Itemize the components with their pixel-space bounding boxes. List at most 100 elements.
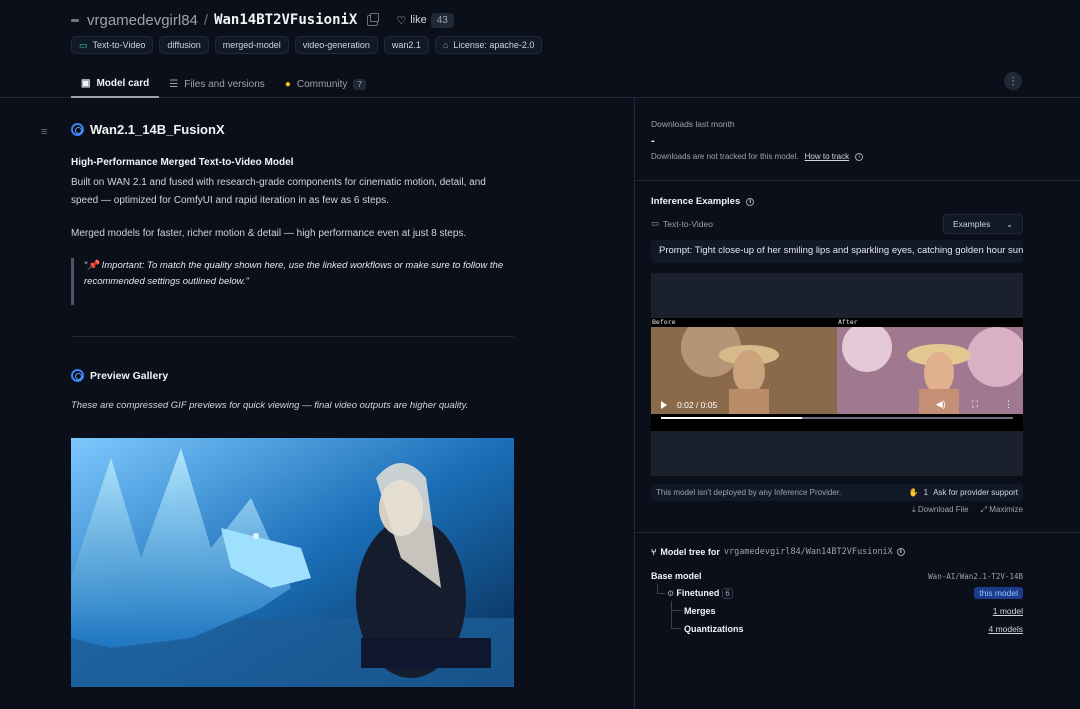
- ask-label: Ask for provider support: [933, 488, 1018, 497]
- tab-label: Community: [296, 78, 348, 90]
- finetuned-label-group: ⚙ Finetuned 6: [667, 588, 733, 599]
- files-icon: ☰: [169, 78, 179, 90]
- video-player[interactable]: Before After 0:02 / 0:05 ◀) ⛶ ⋮: [651, 318, 1023, 431]
- license-icon: ⌂: [442, 40, 449, 50]
- tag-label: Text-to-Video: [92, 40, 146, 50]
- download-file-button[interactable]: ⤓ Download File: [912, 505, 968, 515]
- before-label: Before: [652, 318, 676, 326]
- merges-row: Merges 1 model: [684, 603, 1023, 619]
- video-time: 0:02 / 0:05: [677, 400, 718, 410]
- model-tree-title: ⑂ Model tree for vrgamedevgirl84/Wan14BT2V…: [651, 547, 1023, 557]
- tab-label: Files and versions: [184, 78, 265, 90]
- tag-label: License: apache-2.0: [453, 40, 535, 50]
- tag-diffusion[interactable]: diffusion: [159, 36, 209, 54]
- not-deployed-text: This model isn't deployed by any Inferen…: [656, 488, 842, 497]
- video-icon: ▭: [651, 218, 660, 228]
- tab-community[interactable]: ● Community 7: [275, 70, 376, 98]
- intro-paragraph: Built on WAN 2.1 and fused with research…: [71, 177, 486, 206]
- maximize-icon: ⤢: [980, 505, 990, 514]
- card-subtitle: High-Performance Merged Text-to-Video Mo…: [71, 157, 294, 168]
- merged-note: Merged models for faster, richer motion …: [71, 228, 467, 239]
- repo-tabs: ▣ Model card ☰ Files and versions ● Communi…: [71, 70, 376, 98]
- after-label: After: [838, 318, 858, 326]
- tree-connector: [657, 584, 665, 594]
- tab-files-and-versions[interactable]: ☰ Files and versions: [159, 70, 275, 98]
- examples-dropdown[interactable]: Examples ⌄: [943, 214, 1023, 234]
- ask-provider-button[interactable]: ✋ 1 Ask for provider support: [909, 488, 1018, 497]
- tree-icon: ⑂: [651, 547, 657, 557]
- finetuned-count: 6: [722, 588, 733, 599]
- owner-link[interactable]: vrgamedevgirl84: [87, 12, 198, 29]
- tag-label: wan2.1: [391, 40, 421, 50]
- inference-title-text: Inference Examples: [651, 196, 741, 207]
- tree-repo: vrgamedevgirl84/Wan14BT2VFusioniX: [723, 547, 893, 557]
- how-to-track-link[interactable]: How to track: [805, 152, 849, 161]
- finetuned-label: Finetuned: [676, 588, 720, 598]
- cube-icon: ▣: [81, 77, 91, 89]
- video-progress[interactable]: [661, 417, 1013, 419]
- more-options-button[interactable]: ⋮: [1004, 72, 1022, 90]
- video-icon: ▭: [79, 39, 88, 50]
- download-label: Download File: [917, 505, 969, 514]
- info-icon[interactable]: i: [746, 197, 755, 206]
- tag-license[interactable]: ⌂ License: apache-2.0: [434, 36, 543, 54]
- tag-video-generation[interactable]: video-generation: [294, 36, 378, 54]
- gallery-title: Preview Gallery: [90, 369, 169, 382]
- divider: [634, 180, 1080, 181]
- card-title: Wan2.1_14B_FusionX: [71, 122, 514, 137]
- owner-avatar[interactable]: [71, 18, 79, 22]
- maximize-label: Maximize: [989, 505, 1023, 514]
- gallery-heading: Preview Gallery: [71, 369, 514, 382]
- divider: [634, 532, 1080, 533]
- quantizations-link[interactable]: 4 models: [989, 624, 1024, 634]
- play-icon[interactable]: [661, 401, 667, 409]
- repo-name-link[interactable]: Wan14BT2VFusioniX: [214, 12, 357, 28]
- more-icon[interactable]: ⋮: [1004, 399, 1013, 410]
- tree-title-text: Model tree for: [660, 547, 720, 557]
- tree-connector: [671, 601, 681, 611]
- like-label: like: [410, 14, 427, 26]
- info-icon[interactable]: i: [855, 152, 864, 161]
- path-separator: /: [203, 11, 209, 29]
- info-icon[interactable]: i: [896, 548, 905, 556]
- volume-icon[interactable]: ◀): [936, 399, 946, 410]
- merges-link[interactable]: 1 model: [993, 606, 1023, 616]
- video-controls: 0:02 / 0:05 ◀) ⛶ ⋮: [651, 390, 1023, 420]
- community-count: 7: [353, 78, 366, 90]
- downloads-note-text: Downloads are not tracked for this model…: [651, 152, 799, 161]
- tab-model-card[interactable]: ▣ Model card: [71, 70, 160, 98]
- inference-title: Inference Examples i: [651, 196, 1023, 207]
- tag-wan21[interactable]: wan2.1: [383, 36, 429, 54]
- repo-header: vrgamedevgirl84 / Wan14BT2VFusioniX ♡ li…: [0, 0, 1080, 98]
- toc-icon[interactable]: ≡: [41, 126, 47, 138]
- prompt-text: Prompt: Tight close-up of her smiling li…: [651, 240, 1023, 263]
- base-model-label: Base model: [651, 571, 702, 581]
- fullscreen-icon[interactable]: ⛶: [972, 399, 978, 410]
- heart-icon: ♡: [396, 14, 407, 27]
- community-icon: ●: [284, 78, 291, 90]
- quantizations-row: Quantizations 4 models: [684, 621, 1023, 637]
- ask-count: 1: [923, 488, 929, 497]
- widget-actions: ⤓ Download File ⤢ Maximize: [651, 505, 1023, 515]
- like-count: 43: [430, 12, 454, 28]
- quantizations-label: Quantizations: [684, 624, 744, 634]
- deployment-notice: This model isn't deployed by any Inferen…: [651, 484, 1023, 501]
- maximize-button[interactable]: ⤢ Maximize: [981, 505, 1023, 515]
- downloads-label: Downloads last month: [651, 119, 735, 129]
- finetuned-row: ⚙ Finetuned 6 this model: [667, 585, 1023, 601]
- important-quote: “📌 Important: To match the quality shown…: [71, 258, 514, 305]
- chevron-down-icon: ⌄: [1005, 218, 1013, 229]
- spiral-icon: [71, 369, 84, 382]
- preview-image: [71, 438, 514, 687]
- downloads-value: -: [651, 135, 655, 147]
- tab-label: Model card: [96, 77, 150, 89]
- repo-title: vrgamedevgirl84 / Wan14BT2VFusioniX ♡ li…: [71, 10, 454, 30]
- like-button[interactable]: ♡ like 43: [396, 12, 454, 28]
- copy-icon[interactable]: [367, 12, 380, 26]
- tag-merged-model[interactable]: merged-model: [214, 36, 289, 54]
- base-model-link[interactable]: Wan-AI/Wan2.1-T2V-14B: [928, 572, 1023, 581]
- tag-list: ▭ Text-to-Video diffusion merged-model vi…: [71, 36, 543, 54]
- card-title-text: Wan2.1_14B_FusionX: [90, 122, 225, 137]
- base-model-row: Base model Wan-AI/Wan2.1-T2V-14B: [651, 568, 1023, 584]
- tag-text-to-video[interactable]: ▭ Text-to-Video: [71, 36, 154, 54]
